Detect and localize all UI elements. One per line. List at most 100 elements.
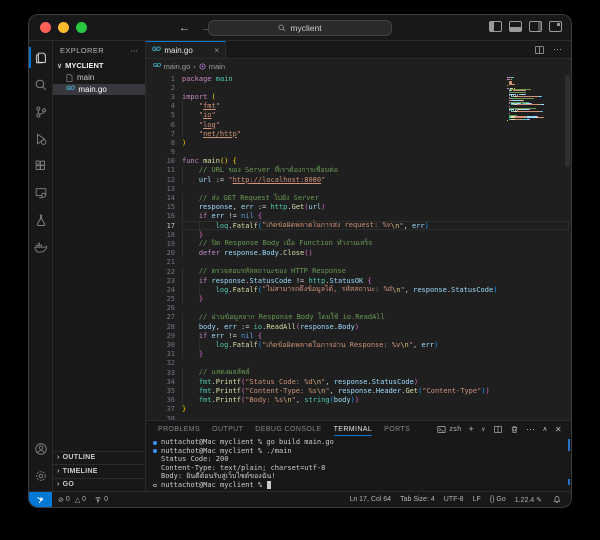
command-center-search[interactable]: myclient bbox=[208, 20, 392, 36]
panel-tab-problems[interactable]: PROBLEMS bbox=[158, 421, 200, 437]
file-label: main bbox=[77, 73, 95, 83]
file-item-main[interactable]: main bbox=[53, 72, 145, 84]
explorer-more-icon[interactable]: ⋯ bbox=[131, 46, 139, 55]
customize-layout-icon[interactable] bbox=[549, 21, 562, 32]
terminal-line: Status Code: 200 bbox=[161, 455, 229, 464]
code-editor[interactable]: 1 package main 2 3 import (4 " fmt " 5 " io " 6 " log "… bbox=[146, 73, 571, 420]
code-line: 11// URL ของ Server ที่เราต้องการเชื่อมต… bbox=[166, 165, 338, 176]
ports-icon bbox=[95, 496, 101, 503]
code-line: 24 log. Fatalf("ไม่สามารถดึงข้อมูลได้, รหั… bbox=[166, 285, 498, 295]
problems-indicator[interactable]: ⊘ 0 △ 0 bbox=[58, 496, 86, 504]
status-item-utf-8[interactable]: UTF-8 bbox=[444, 496, 464, 503]
toggle-secondary-sidebar-icon[interactable] bbox=[529, 21, 542, 32]
remote-indicator[interactable] bbox=[29, 492, 52, 507]
status-item-ln-17-col-64[interactable]: Ln 17, Col 64 bbox=[349, 496, 391, 503]
chevron-down-icon: ∨ bbox=[57, 62, 63, 70]
tab-main-go[interactable]: GO main.go × bbox=[146, 41, 226, 58]
title-bar: ← → myclient bbox=[29, 15, 571, 41]
split-editor-icon[interactable] bbox=[534, 45, 545, 55]
extensions-icon[interactable] bbox=[29, 152, 52, 179]
file-label: main.go bbox=[78, 84, 107, 94]
editor-group: GO main.go × ⋯ GO main.go › main 1 packa… bbox=[146, 41, 571, 420]
breadcrumb: GO main.go › main bbox=[153, 61, 226, 71]
ports-indicator[interactable]: 0 bbox=[94, 496, 108, 504]
code-line: 34 fmt. Printf("Status Code: %d \n ", respon… bbox=[166, 377, 419, 387]
panel-tab-output[interactable]: OUTPUT bbox=[212, 421, 243, 437]
terminal-line: nuttachot@Mac myclient % go build main.g… bbox=[152, 438, 571, 447]
terminal-line: Body: ยินดีต้อนรับสู่เว็บไซต์ของฉัน! bbox=[161, 472, 276, 481]
split-terminal-icon[interactable] bbox=[493, 425, 503, 434]
code-line: 30 log. Fatalf("เกิดข้อผิดพลาดในการอ่าน Re… bbox=[166, 340, 439, 350]
bottom-panel: PROBLEMS OUTPUT DEBUG CONSOLE TERMINAL PORTS… bbox=[146, 420, 571, 491]
close-window-button[interactable] bbox=[40, 22, 51, 33]
terminal-cursor bbox=[267, 481, 271, 490]
maximize-panel-icon[interactable]: ∧ bbox=[542, 425, 548, 433]
status-item-tab-size-4[interactable]: Tab Size: 4 bbox=[400, 496, 435, 503]
testing-icon[interactable] bbox=[29, 206, 52, 233]
window-controls bbox=[40, 22, 87, 33]
remote-explorer-icon[interactable] bbox=[29, 179, 52, 206]
code-line: 36 fmt. Printf("Body: %s \n ", string(body)) bbox=[166, 395, 360, 405]
breadcrumb-symbol[interactable]: main bbox=[209, 62, 225, 71]
toggle-panel-icon[interactable] bbox=[509, 21, 522, 32]
account-icon[interactable] bbox=[29, 435, 52, 462]
settings-gear-icon[interactable] bbox=[29, 462, 52, 489]
new-terminal-icon[interactable]: + bbox=[469, 424, 475, 434]
source-control-icon[interactable] bbox=[29, 98, 52, 125]
run-debug-icon[interactable] bbox=[29, 125, 52, 152]
breadcrumb-file[interactable]: main.go bbox=[164, 62, 191, 71]
panel-more-actions-icon[interactable]: ⋯ bbox=[526, 424, 535, 435]
chevron-right-icon: › bbox=[57, 467, 60, 475]
editor-more-actions-icon[interactable]: ⋯ bbox=[553, 44, 562, 55]
back-icon[interactable]: ← bbox=[179, 22, 190, 34]
kill-terminal-trash-icon[interactable] bbox=[510, 425, 519, 434]
section-outline[interactable]: › OUTLINE bbox=[53, 450, 145, 465]
remote-icon bbox=[37, 497, 44, 504]
activity-bar bbox=[29, 41, 53, 491]
terminal[interactable]: nuttachot@Mac myclient % go build main.g… bbox=[146, 437, 571, 491]
terminal-icon bbox=[437, 425, 446, 433]
chevron-right-icon: › bbox=[57, 454, 60, 462]
code-line: 9 bbox=[170, 148, 175, 157]
tab-label: main.go bbox=[164, 45, 193, 55]
folder-root[interactable]: ∨ MYCLIENT bbox=[53, 59, 145, 72]
terminal-line: nuttachot@Mac myclient % ./main bbox=[152, 447, 571, 456]
toggle-primary-sidebar-icon[interactable] bbox=[489, 21, 502, 32]
status-item-1-22-4[interactable]: 1.22.4 ✎ bbox=[515, 496, 542, 504]
go-file-icon: GO bbox=[66, 86, 75, 93]
code-line: 19// ปิด Response Body เมื่อ Function ทำ… bbox=[166, 239, 373, 249]
code-line: 37} bbox=[166, 405, 187, 414]
status-item-lf[interactable]: LF bbox=[473, 496, 481, 503]
code-line: 27// อ่านข้อมูลจาก Response Body โดยใช้ … bbox=[166, 312, 385, 323]
status-item-go[interactable]: {} Go bbox=[490, 496, 506, 503]
minimap[interactable] bbox=[507, 77, 544, 122]
panel-tab-terminal[interactable]: TERMINAL bbox=[333, 421, 373, 437]
error-icon: ⊘ bbox=[58, 496, 64, 504]
chevron-right-icon: › bbox=[57, 481, 60, 489]
minimize-window-button[interactable] bbox=[58, 22, 69, 33]
explorer-icon[interactable] bbox=[29, 44, 52, 71]
tab-bar: GO main.go × ⋯ bbox=[146, 41, 571, 59]
close-tab-icon[interactable]: × bbox=[214, 46, 219, 55]
file-item-main.go[interactable]: GO main.go bbox=[53, 83, 145, 95]
code-line: 12 url := " http://localhost:8080 " bbox=[166, 175, 326, 185]
close-panel-icon[interactable]: ✕ bbox=[555, 425, 562, 434]
panel-tab-debug-console[interactable]: DEBUG CONSOLE bbox=[255, 421, 321, 437]
terminal-dropdown-icon[interactable]: ∨ bbox=[481, 426, 486, 433]
editor-scrollbar[interactable] bbox=[565, 75, 570, 167]
code-line: 20 defer response. Body. Close() bbox=[166, 248, 313, 258]
section-timeline[interactable]: › TIMELINE bbox=[53, 464, 145, 478]
maximize-window-button[interactable] bbox=[76, 22, 87, 33]
panel-tab-ports[interactable]: PORTS bbox=[384, 421, 410, 437]
shell-selector[interactable]: zsh bbox=[437, 425, 461, 434]
code-line: 33// แสดงผลลัพธ์ bbox=[166, 368, 250, 378]
notifications-bell-icon[interactable] bbox=[553, 495, 561, 504]
search-icon bbox=[279, 24, 286, 32]
terminal-line: nuttachot@Mac myclient % bbox=[152, 481, 571, 490]
docker-icon[interactable] bbox=[29, 233, 52, 260]
code-line: 14// ส่ง GET Request ไปยัง Server bbox=[166, 193, 319, 203]
search-icon[interactable] bbox=[29, 71, 52, 98]
symbol-method-icon bbox=[199, 62, 206, 70]
section-go[interactable]: › GO bbox=[53, 477, 145, 492]
code-line: 28 body, err := io. ReadAll(response. Body) bbox=[166, 322, 360, 332]
